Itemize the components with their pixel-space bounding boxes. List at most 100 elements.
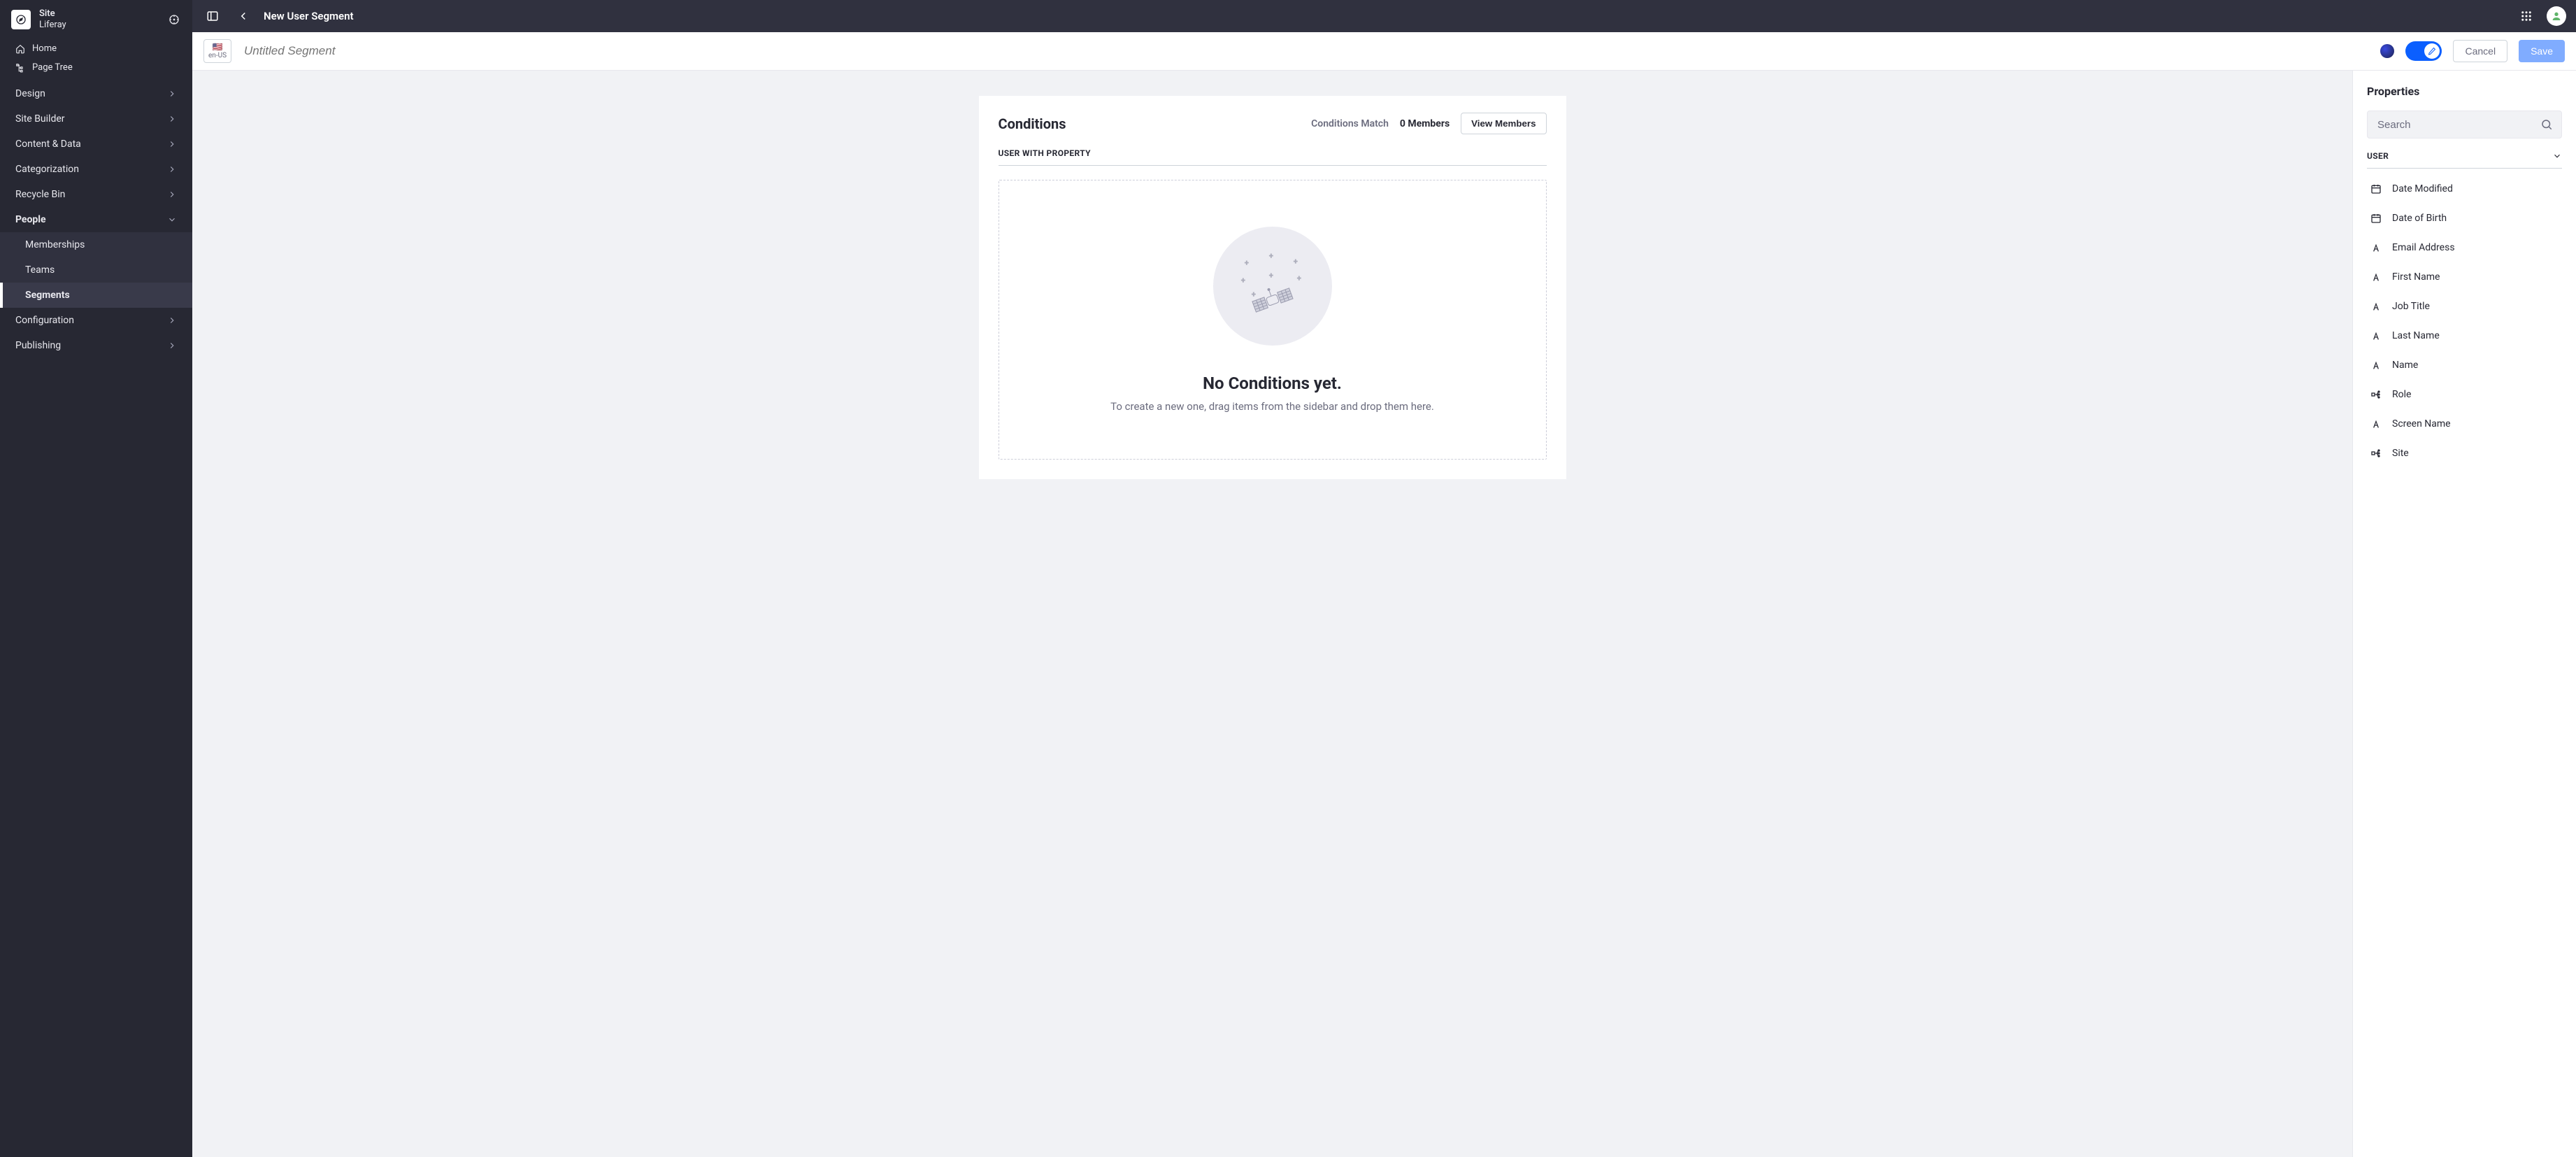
product-menu-toggle[interactable] — [202, 6, 223, 27]
property-item-label: Site — [2392, 448, 2409, 459]
sidebar-subitem-memberships[interactable]: Memberships — [0, 232, 192, 257]
sidebar-quicklink-pagetree[interactable]: Page Tree — [0, 58, 192, 77]
sidebar-item-label: Categorization — [15, 164, 79, 175]
user-avatar[interactable] — [2547, 6, 2566, 26]
property-item-label: Name — [2392, 360, 2418, 371]
property-item[interactable]: Last Name — [2367, 321, 2562, 350]
user-icon — [2551, 10, 2562, 22]
relation-icon — [2370, 447, 2382, 460]
apps-button[interactable] — [2516, 6, 2537, 27]
sidebar-quicklink-pagetree-label: Page Tree — [32, 62, 73, 73]
property-item-label: Screen Name — [2392, 418, 2451, 430]
property-item[interactable]: Email Address — [2367, 233, 2562, 262]
property-item[interactable]: Role — [2367, 380, 2562, 409]
empty-illustration: + + + + + + + — [1213, 227, 1332, 346]
site-logo[interactable] — [11, 10, 31, 29]
site-switcher-button[interactable] — [164, 10, 184, 29]
property-item[interactable]: Screen Name — [2367, 409, 2562, 439]
sidebar-item-label: People — [15, 214, 46, 225]
sidebar-subitem-segments[interactable]: Segments — [0, 283, 192, 308]
empty-title: No Conditions yet. — [1203, 374, 1342, 393]
property-item[interactable]: Date of Birth — [2367, 204, 2562, 233]
back-button[interactable] — [233, 6, 254, 27]
chevron-right-icon — [167, 89, 177, 99]
save-button[interactable]: Save — [2519, 40, 2565, 62]
property-item-label: Date Modified — [2392, 183, 2453, 194]
property-item[interactable]: First Name — [2367, 262, 2562, 292]
grid-icon — [2520, 10, 2533, 22]
page-title: New User Segment — [264, 10, 354, 22]
sidebar-item-recycle-bin[interactable]: Recycle Bin — [0, 182, 192, 207]
property-item[interactable]: Date Modified — [2367, 174, 2562, 204]
chevron-right-icon — [167, 315, 177, 325]
conditions-dropzone[interactable]: + + + + + + + — [999, 180, 1547, 460]
site-name: Liferay — [39, 20, 66, 31]
sidebar-item-label: Publishing — [15, 340, 61, 351]
sidebar-item-site-builder[interactable]: Site Builder — [0, 106, 192, 132]
sidebar-quicklink-home[interactable]: Home — [0, 39, 192, 58]
svg-text:+: + — [1297, 275, 1301, 283]
property-item[interactable]: Name — [2367, 350, 2562, 380]
actionbar: 🇺🇸 en-US Cancel Save — [192, 32, 2576, 71]
svg-text:+: + — [1245, 260, 1249, 267]
sidebar-item-configuration[interactable]: Configuration — [0, 308, 192, 333]
sidebar-item-label: Design — [15, 88, 45, 99]
calendar-icon — [2370, 212, 2382, 225]
conditions-match-count: 0 Members — [1400, 118, 1450, 129]
locale-code: en-US — [208, 52, 227, 59]
properties-search[interactable] — [2367, 111, 2562, 139]
view-members-button[interactable]: View Members — [1461, 113, 1546, 134]
satellite-icon: + + + + + + + — [1231, 244, 1315, 328]
property-item[interactable]: Site — [2367, 439, 2562, 468]
pencil-icon — [2428, 47, 2436, 55]
svg-text:+: + — [1269, 272, 1273, 280]
sidebar-subitem-label: Segments — [25, 290, 70, 301]
text-icon — [2370, 329, 2382, 342]
text-icon — [2370, 418, 2382, 430]
chevron-right-icon — [167, 139, 177, 149]
sidebar: Site Liferay Home Page Tree Design Site … — [0, 0, 192, 1157]
canvas: Conditions Conditions Match 0 Members Vi… — [192, 71, 2352, 1157]
text-icon — [2370, 241, 2382, 254]
toggle-knob — [2424, 43, 2440, 59]
sidebar-people-children: Memberships Teams Segments — [0, 232, 192, 308]
properties-search-input[interactable] — [2376, 118, 2540, 132]
cancel-button[interactable]: Cancel — [2453, 40, 2507, 62]
properties-group-user[interactable]: USER — [2367, 151, 2562, 169]
sidebar-subitem-teams[interactable]: Teams — [0, 257, 192, 283]
sidebar-item-label: Content & Data — [15, 139, 81, 150]
criteria-preview-indicator[interactable] — [2380, 44, 2394, 58]
chevron-right-icon — [167, 190, 177, 199]
locale-selector[interactable]: 🇺🇸 en-US — [203, 39, 231, 63]
workspace: Conditions Conditions Match 0 Members Vi… — [192, 71, 2576, 1157]
chevron-down-icon — [167, 215, 177, 225]
chevron-left-icon — [237, 10, 250, 22]
main-column: New User Segment 🇺🇸 en-US — [192, 0, 2576, 1157]
tree-icon — [15, 63, 25, 73]
properties-title: Properties — [2367, 85, 2562, 98]
conditions-title: Conditions — [999, 115, 1066, 132]
sidebar-item-categorization[interactable]: Categorization — [0, 157, 192, 182]
topbar-right — [2516, 6, 2566, 27]
conditions-card: Conditions Conditions Match 0 Members Vi… — [979, 96, 1566, 479]
active-toggle[interactable] — [2405, 41, 2442, 61]
sidebar-item-content-data[interactable]: Content & Data — [0, 132, 192, 157]
properties-group-label: USER — [2367, 151, 2389, 161]
sidebar-item-people[interactable]: People — [0, 207, 192, 232]
sidebar-item-design[interactable]: Design — [0, 81, 192, 106]
property-item-label: Date of Birth — [2392, 213, 2447, 224]
chevron-right-icon — [167, 114, 177, 124]
sidebar-header: Site Liferay — [0, 0, 192, 39]
segment-title-input[interactable] — [243, 43, 424, 59]
text-icon — [2370, 271, 2382, 283]
sidebar-subitem-label: Teams — [25, 264, 55, 276]
text-icon — [2370, 300, 2382, 313]
panel-icon — [206, 10, 219, 22]
property-item[interactable]: Job Title — [2367, 292, 2562, 321]
chevron-right-icon — [167, 164, 177, 174]
site-label: Site — [39, 8, 66, 20]
text-icon — [2370, 359, 2382, 371]
svg-text:+: + — [1252, 291, 1256, 299]
sidebar-item-label: Configuration — [15, 315, 74, 326]
sidebar-item-publishing[interactable]: Publishing — [0, 333, 192, 358]
